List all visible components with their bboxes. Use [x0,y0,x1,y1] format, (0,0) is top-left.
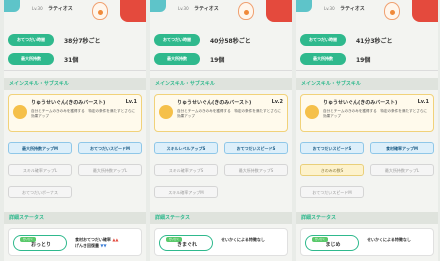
level-label: Lv.30 [178,6,189,11]
subskill-4[interactable]: 最大所持数アップL [370,164,434,176]
main-skill-card[interactable]: りゅうせいぐん(きのみバースト) Lv.1 自分とチームのきのみを獲得する 特定… [300,94,434,132]
skill-description: 自分とチームのきのみを獲得する 特定の条件を満たすとさらに効果アップ [31,109,136,118]
subskill-3[interactable]: スキル確率アップS [154,164,218,176]
subskill-2[interactable]: おてつだいスピードS [224,142,288,154]
main-skill-card[interactable]: りゅうせいぐん(きのみバースト) Lv.1 自分とチームのきのみを獲得する 特定… [8,94,142,132]
panel-header: Lv.30 ラティオス [4,0,146,22]
help-time-label: おてつだい時間 [300,34,346,46]
section-main-skill: メインスキル・サブスキル [296,78,438,90]
subskill-5[interactable]: スキル確率アップM [154,186,218,198]
max-carry-label: 最大所持数 [8,53,54,65]
nature-name: おっとり [30,242,51,248]
subskill-4[interactable]: 最大所持数アップL [78,164,142,176]
effect-down: げんき回復量 [75,243,99,248]
help-time-value: 41分3秒ごと [356,38,393,45]
skill-name: りゅうせいぐん(きのみバースト) [323,100,398,106]
max-carry-value: 19個 [356,57,371,64]
panel-header: Lv.30 ラティオス [296,0,438,22]
section-main-skill: メインスキル・サブスキル [150,78,292,90]
max-carry-row: 最大所持数 31個 [8,53,142,65]
pokemon-name: ラティオス [48,6,73,12]
help-time-label: おてつだい時間 [154,34,200,46]
max-carry-row: 最大所持数 19個 [154,53,288,65]
max-carry-label: 最大所持数 [154,53,200,65]
skill-description: 自分とチームのきのみを獲得する 特定の条件を満たすとさらに効果アップ [323,109,428,118]
max-carry-row: 最大所持数 19個 [300,53,434,65]
section-detail-status: 詳細ステータス [150,212,292,224]
help-time-value: 40分58秒ごと [210,38,251,45]
help-time-row: おてつだい時間 41分3秒ごと [300,34,434,46]
nature-name: まじめ [325,242,341,248]
skill-level: Lv.1 [417,99,429,105]
divider [4,70,146,71]
subskill-5[interactable]: おてつだいボーナス [8,186,72,198]
berry-icon [92,2,108,20]
avatar[interactable] [4,0,20,12]
subskill-2[interactable]: 食材確率アップM [370,142,434,154]
max-carry-value: 19個 [210,57,225,64]
pokemon-name: ラティオス [194,6,219,12]
pokemon-detail-panel-2: Lv.30 ラティオス おてつだい時間 40分58秒ごと 最大所持数 19個 メ… [150,0,292,261]
nature-name: きまぐれ [176,242,197,248]
arrow-down-icon: ▼▼ [100,243,107,248]
avatar[interactable] [150,0,166,12]
skill-level: Lv.1 [125,99,137,105]
section-detail-status: 詳細ステータス [4,212,146,224]
skill-name: りゅうせいぐん(きのみバースト) [177,100,252,106]
pokemon-detail-panel-3: Lv.30 ラティオス おてつだい時間 41分3秒ごと 最大所持数 19個 メイ… [296,0,438,261]
nature-pill[interactable]: せいかく おっとり [13,235,67,251]
skill-name: りゅうせいぐん(きのみバースト) [31,100,106,106]
subskill-4[interactable]: 最大所持数アップS [224,164,288,176]
section-main-skill: メインスキル・サブスキル [4,78,146,90]
skill-description: 自分とチームのきのみを獲得する 特定の条件を満たすとさらに効果アップ [177,109,282,118]
nature-card: せいかく きまぐれ せいかくによる特徴なし [154,228,288,256]
nature-effect: せいかくによる特徴なし [221,237,265,243]
subskill-1[interactable]: おてつだいスピードS [300,142,364,154]
skill-level: Lv.2 [271,99,283,105]
help-time-value: 38分7秒ごと [64,38,101,45]
effect-up: せいかくによる特徴なし [367,237,411,242]
divider [296,70,438,71]
nature-effect: 食材おてつだい確率 ▲▲ げんき回復量 ▼▼ [75,237,118,249]
help-time-row: おてつだい時間 38分7秒ごと [8,34,142,46]
divider [150,70,292,71]
effect-up: せいかくによる特徴なし [221,237,265,242]
nature-pill[interactable]: せいかく まじめ [305,235,359,251]
skill-icon [13,105,27,119]
level-label: Lv.30 [32,6,43,11]
nature-card: せいかく まじめ せいかくによる特徴なし [300,228,434,256]
subskill-2[interactable]: おてつだいスピードM [78,142,142,154]
avatar[interactable] [296,0,312,12]
panel-header: Lv.30 ラティオス [150,0,292,22]
pokemon-detail-panel-1: Lv.30 ラティオス おてつだい時間 38分7秒ごと 最大所持数 31個 メイ… [4,0,146,261]
subskill-5[interactable]: おてつだいスピードM [300,186,364,198]
max-carry-value: 31個 [64,57,79,64]
berry-icon [238,2,254,20]
skill-icon [305,105,319,119]
close-button[interactable] [266,0,292,22]
help-time-row: おてつだい時間 40分58秒ごと [154,34,288,46]
effect-up: 食材おてつだい確率 [75,237,111,242]
subskill-1[interactable]: 最大所持数アップM [8,142,72,154]
subskill-1[interactable]: スキルレベルアップS [154,142,218,154]
berry-icon [384,2,400,20]
section-detail-status: 詳細ステータス [296,212,438,224]
help-time-label: おてつだい時間 [8,34,54,46]
nature-effect: せいかくによる特徴なし [367,237,411,243]
arrow-up-icon: ▲▲ [112,237,119,242]
nature-pill[interactable]: せいかく きまぐれ [159,235,213,251]
level-label: Lv.30 [324,6,335,11]
pokemon-name: ラティオス [340,6,365,12]
max-carry-label: 最大所持数 [300,53,346,65]
skill-icon [159,105,173,119]
subskill-3[interactable]: スキル確率アップL [8,164,72,176]
close-button[interactable] [412,0,438,22]
subskill-3[interactable]: きのみの数S [300,164,364,176]
main-skill-card[interactable]: りゅうせいぐん(きのみバースト) Lv.2 自分とチームのきのみを獲得する 特定… [154,94,288,132]
close-button[interactable] [120,0,146,22]
nature-card: せいかく おっとり 食材おてつだい確率 ▲▲ げんき回復量 ▼▼ [8,228,142,256]
